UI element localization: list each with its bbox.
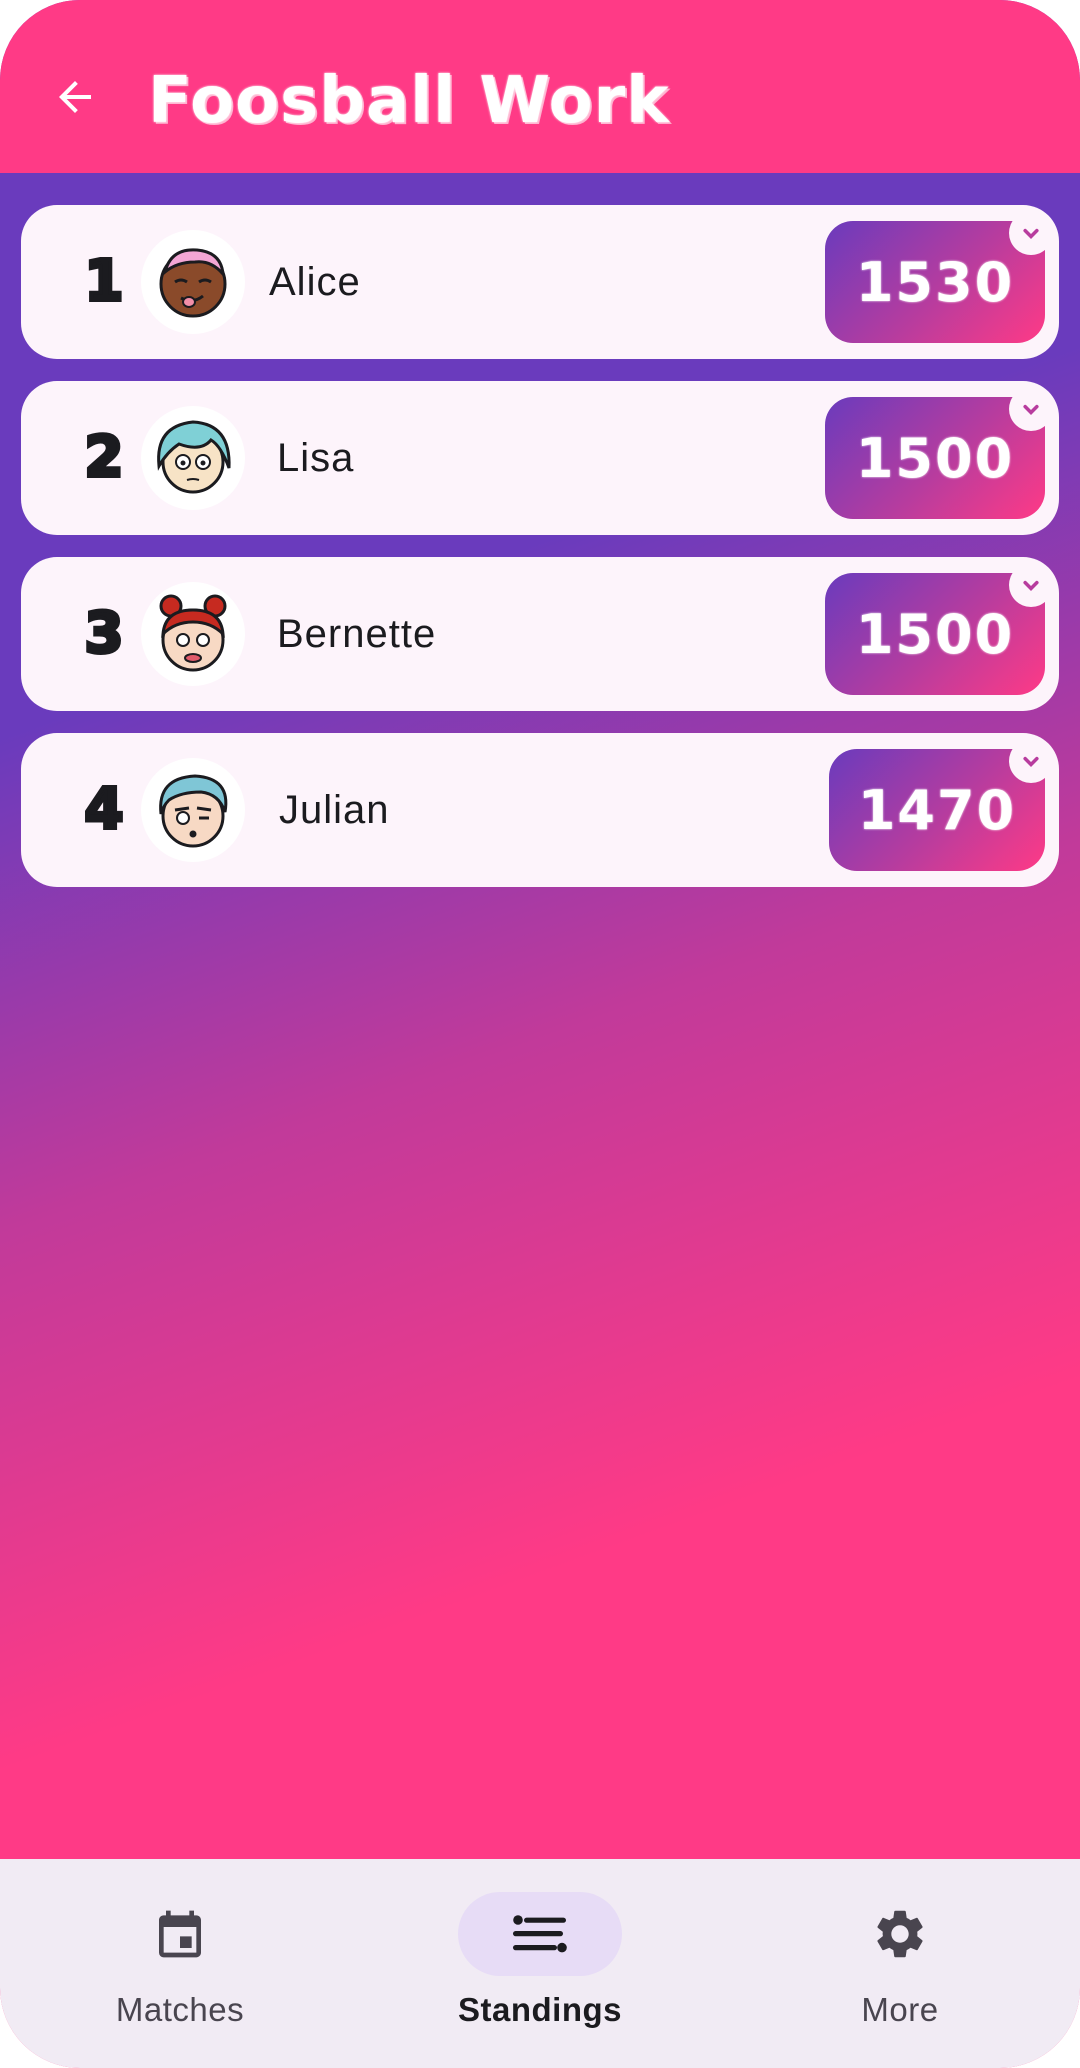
expand-button[interactable] <box>1009 211 1053 255</box>
back-button[interactable] <box>42 64 108 130</box>
nav-label-matches: Matches <box>115 1991 245 2028</box>
nav-label-more: More <box>861 1991 939 2028</box>
avatar-julian-icon <box>159 774 228 848</box>
score-value: 1500 <box>855 426 1015 490</box>
chevron-down-icon <box>1023 404 1039 415</box>
avatar <box>141 406 245 510</box>
standings-list: 1 Alice 1530 2 Lisa 1500 3 Bernette 1500… <box>21 205 1059 909</box>
chevron-down-icon <box>1023 228 1039 239</box>
expand-button[interactable] <box>1009 387 1053 431</box>
nav-item-standings[interactable]: Standings <box>360 1859 720 2068</box>
rank-number: 1 <box>83 247 126 316</box>
app-screen: Foosball Work 1 Alice 1530 2 Lisa 1500 3… <box>0 0 1080 2068</box>
standing-row[interactable]: 2 Lisa 1500 <box>21 381 1059 535</box>
avatar-alice-icon <box>159 248 227 318</box>
avatar <box>141 758 245 862</box>
nav-label-standings: Standings <box>457 1991 622 2028</box>
arrow-back-icon <box>59 81 91 113</box>
nav-item-more[interactable]: More <box>720 1859 1080 2068</box>
bottom-navigation: Matches Standings More <box>0 1859 1080 2068</box>
rank-number: 4 <box>83 775 126 844</box>
standings-icon <box>360 1902 720 1966</box>
app-bar: Foosball Work <box>0 0 1080 173</box>
page-title: Foosball Work <box>148 64 670 138</box>
calendar-icon <box>0 1902 360 1966</box>
standing-row[interactable]: 3 Bernette 1500 <box>21 557 1059 711</box>
expand-button[interactable] <box>1009 563 1053 607</box>
standing-row[interactable]: 1 Alice 1530 <box>21 205 1059 359</box>
player-name: Julian <box>279 788 390 832</box>
gear-icon <box>720 1902 1080 1966</box>
score-value: 1500 <box>855 602 1015 666</box>
avatar <box>141 230 245 334</box>
player-name: Bernette <box>277 612 437 656</box>
expand-button[interactable] <box>1009 739 1053 783</box>
nav-item-matches[interactable]: Matches <box>0 1859 360 2068</box>
score-value: 1530 <box>855 250 1015 314</box>
player-name: Lisa <box>277 436 355 480</box>
rank-number: 2 <box>83 423 126 492</box>
chevron-down-icon <box>1023 756 1039 767</box>
player-name: Alice <box>269 260 361 304</box>
chevron-down-icon <box>1023 580 1039 591</box>
standing-row[interactable]: 4 Julian 1470 <box>21 733 1059 887</box>
score-value: 1470 <box>857 778 1017 842</box>
avatar-lisa-icon <box>157 420 231 494</box>
avatar-bernette-icon <box>159 594 227 672</box>
avatar <box>141 582 245 686</box>
rank-number: 3 <box>83 599 126 668</box>
